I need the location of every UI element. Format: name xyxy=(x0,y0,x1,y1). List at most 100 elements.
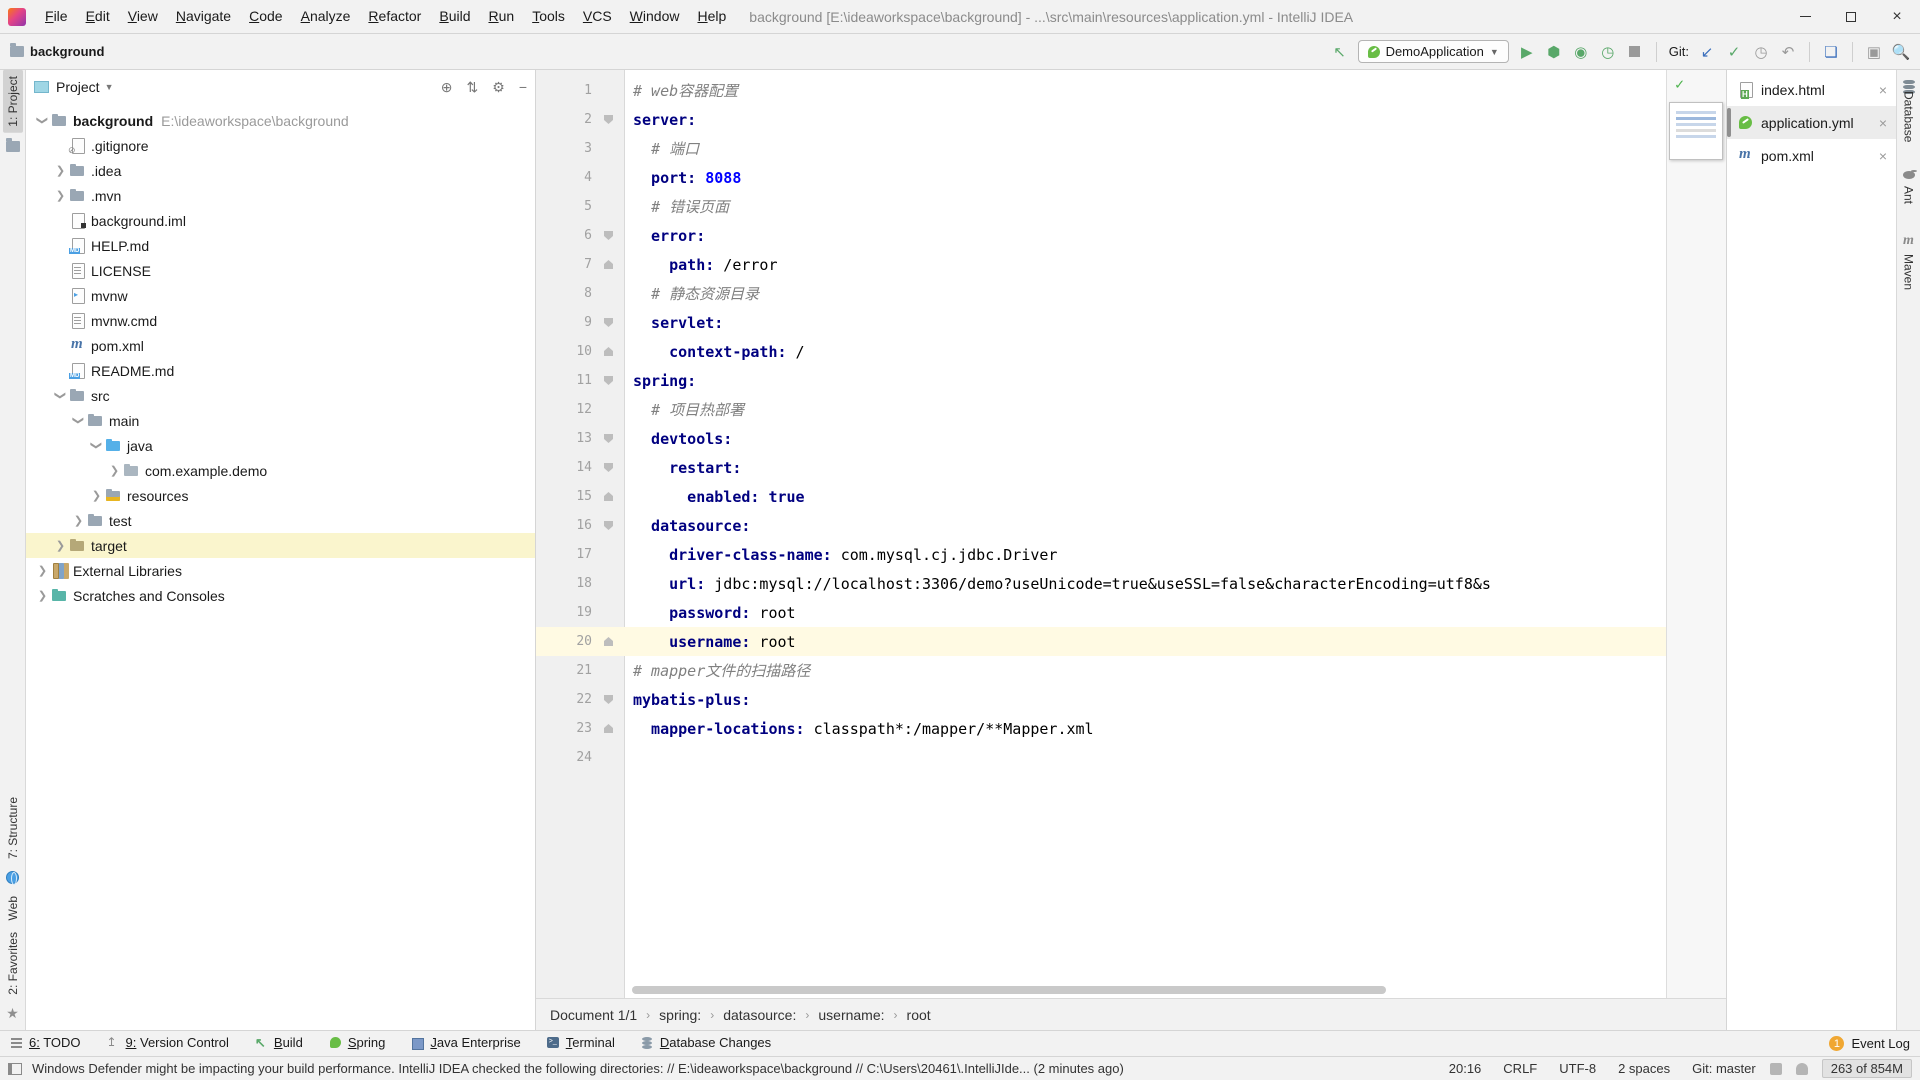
tree-row[interactable]: pom.xml xyxy=(26,333,535,358)
breadcrumb-item[interactable]: root xyxy=(907,1007,931,1023)
encoding-indicator[interactable]: UTF-8 xyxy=(1559,1061,1596,1076)
chevron-expanded-icon[interactable]: ❯ xyxy=(54,387,67,404)
code-line[interactable]: 17 driver-class-name: com.mysql.cj.jdbc.… xyxy=(536,540,1726,569)
code-line[interactable]: 22mybatis-plus: xyxy=(536,685,1726,714)
code-line[interactable]: 12 # 项目热部署 xyxy=(536,395,1726,424)
tree-row[interactable]: README.md xyxy=(26,358,535,383)
tool-window-button-spring[interactable]: Spring xyxy=(329,1035,386,1050)
code-line[interactable]: 8 # 静态资源目录 xyxy=(536,279,1726,308)
menu-view[interactable]: View xyxy=(119,0,167,33)
breadcrumb-item[interactable]: username: xyxy=(818,1007,884,1023)
tree-row[interactable]: mvnw.cmd xyxy=(26,308,535,333)
menu-refactor[interactable]: Refactor xyxy=(359,0,430,33)
line-number[interactable]: 13 xyxy=(536,431,592,446)
fold-close-icon[interactable] xyxy=(604,724,613,733)
settings-gear-icon[interactable]: ⚙ xyxy=(492,79,505,96)
tree-row[interactable]: background.iml xyxy=(26,208,535,233)
status-message[interactable]: Windows Defender might be impacting your… xyxy=(32,1061,1427,1076)
coverage-button[interactable]: ◉ xyxy=(1572,43,1590,61)
editor-tab-application-yml[interactable]: application.yml× xyxy=(1727,106,1896,139)
git-rollback-icon[interactable]: ↶ xyxy=(1779,43,1797,61)
code-line[interactable]: 6 error: xyxy=(536,221,1726,250)
menu-edit[interactable]: Edit xyxy=(77,0,119,33)
code-line[interactable]: 5 # 错误页面 xyxy=(536,192,1726,221)
tab-close-icon[interactable]: × xyxy=(1876,82,1890,98)
project-structure-icon[interactable]: ❏ xyxy=(1822,43,1840,61)
collapse-all-icon[interactable]: ⇅ xyxy=(467,79,479,96)
tree-row[interactable]: ❯main xyxy=(26,408,535,433)
tree-row[interactable]: ❯test xyxy=(26,508,535,533)
reader-mode-icon[interactable] xyxy=(1770,1063,1782,1075)
fold-close-icon[interactable] xyxy=(604,347,613,356)
code-line[interactable]: 19 password: root xyxy=(536,598,1726,627)
code-line[interactable]: 18 url: jdbc:mysql://localhost:3306/demo… xyxy=(536,569,1726,598)
chevron-down-icon[interactable]: ▼ xyxy=(105,82,114,92)
menu-analyze[interactable]: Analyze xyxy=(292,0,360,33)
git-history-icon[interactable]: ◷ xyxy=(1752,43,1770,61)
line-number[interactable]: 9 xyxy=(536,315,592,330)
line-number[interactable]: 8 xyxy=(536,286,592,301)
hide-panel-icon[interactable]: − xyxy=(519,79,527,96)
search-everywhere-icon[interactable]: 🔍 xyxy=(1892,43,1910,61)
locate-file-icon[interactable]: ⊕ xyxy=(441,79,453,96)
line-number[interactable]: 20 xyxy=(536,634,592,649)
line-ending-indicator[interactable]: CRLF xyxy=(1503,1061,1537,1076)
menu-run[interactable]: Run xyxy=(479,0,523,33)
line-number[interactable]: 14 xyxy=(536,460,592,475)
chevron-collapsed-icon[interactable]: ❯ xyxy=(34,589,51,602)
tool-window-button-db[interactable]: Database Changes xyxy=(641,1035,771,1050)
event-log-button[interactable]: 1 Event Log xyxy=(1829,1036,1910,1051)
tree-row[interactable]: LICENSE xyxy=(26,258,535,283)
build-hammer-icon[interactable]: ↖ xyxy=(1331,43,1349,61)
tool-window-toggle-icon[interactable] xyxy=(8,1063,22,1075)
editor-scroll-rail[interactable]: ✓ xyxy=(1666,70,1726,998)
fold-open-icon[interactable] xyxy=(604,231,613,240)
tool-button-database[interactable]: Database xyxy=(1899,86,1919,147)
line-number[interactable]: 17 xyxy=(536,547,592,562)
tab-close-icon[interactable]: × xyxy=(1876,115,1890,131)
chevron-expanded-icon[interactable]: ❯ xyxy=(90,437,103,454)
menu-build[interactable]: Build xyxy=(430,0,479,33)
git-commit-icon[interactable]: ✓ xyxy=(1725,43,1743,61)
menu-file[interactable]: File xyxy=(36,0,77,33)
tool-window-button-vcs[interactable]: 9: Version Control xyxy=(107,1035,229,1050)
chevron-collapsed-icon[interactable]: ❯ xyxy=(88,489,105,502)
tool-button-structure[interactable]: 7: Structure xyxy=(3,791,23,865)
code-line[interactable]: 20 username: root xyxy=(536,627,1726,656)
fold-open-icon[interactable] xyxy=(604,318,613,327)
git-update-icon[interactable]: ↙ xyxy=(1698,43,1716,61)
folder-tool-icon[interactable] xyxy=(6,141,20,152)
debug-button[interactable]: ⬢ xyxy=(1545,43,1563,61)
hector-inspector-icon[interactable] xyxy=(1796,1063,1808,1075)
code-line[interactable]: 7 path: /error xyxy=(536,250,1726,279)
minimize-button[interactable] xyxy=(1782,0,1828,33)
stop-button[interactable] xyxy=(1626,43,1644,61)
line-number[interactable]: 18 xyxy=(536,576,592,591)
chevron-collapsed-icon[interactable]: ❯ xyxy=(52,189,69,202)
line-number[interactable]: 2 xyxy=(536,112,592,127)
run-button[interactable]: ▶ xyxy=(1518,43,1536,61)
code-line[interactable]: 9 servlet: xyxy=(536,308,1726,337)
chevron-collapsed-icon[interactable]: ❯ xyxy=(106,464,123,477)
code-line[interactable]: 4 port: 8088 xyxy=(536,163,1726,192)
tool-button-ant[interactable]: Ant xyxy=(1899,181,1919,209)
fold-open-icon[interactable] xyxy=(604,434,613,443)
breadcrumb-item[interactable]: Document 1/1 xyxy=(550,1007,637,1023)
tool-window-button-terminal[interactable]: Terminal xyxy=(547,1035,615,1050)
code-line[interactable]: 1# web容器配置 xyxy=(536,76,1726,105)
line-number[interactable]: 15 xyxy=(536,489,592,504)
line-number[interactable]: 5 xyxy=(536,199,592,214)
code-line[interactable]: 24 xyxy=(536,743,1726,772)
horizontal-scrollbar[interactable] xyxy=(632,986,1386,994)
code-line[interactable]: 21# mapper文件的扫描路径 xyxy=(536,656,1726,685)
line-number[interactable]: 22 xyxy=(536,692,592,707)
chevron-expanded-icon[interactable]: ❯ xyxy=(72,412,85,429)
fold-open-icon[interactable] xyxy=(604,695,613,704)
tab-close-icon[interactable]: × xyxy=(1876,148,1890,164)
line-number[interactable]: 1 xyxy=(536,83,592,98)
line-number[interactable]: 19 xyxy=(536,605,592,620)
maximize-button[interactable] xyxy=(1828,0,1874,33)
tree-row[interactable]: ❯java xyxy=(26,433,535,458)
tool-window-button-todo[interactable]: 6: TODO xyxy=(10,1035,81,1050)
line-number[interactable]: 10 xyxy=(536,344,592,359)
